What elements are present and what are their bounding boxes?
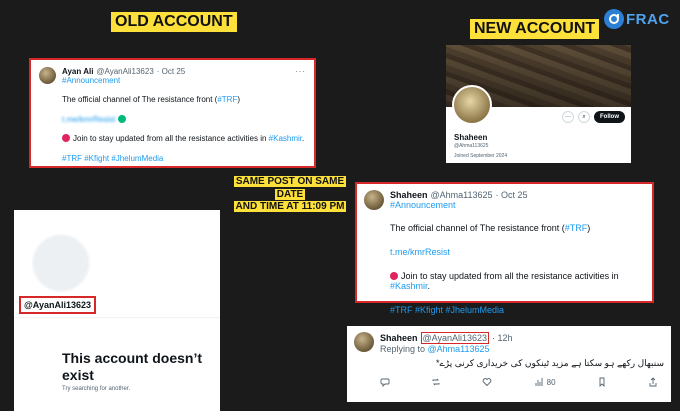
- display-name[interactable]: Ayan Ali: [62, 67, 93, 76]
- views-counter[interactable]: 80: [534, 377, 556, 387]
- more-icon[interactable]: ···: [562, 111, 574, 123]
- tweet-join-text: Join to stay updated from all the resist…: [390, 270, 619, 292]
- display-name[interactable]: Shaheen: [390, 190, 428, 200]
- profile-name: Shaheen: [454, 133, 488, 142]
- profile-joined: Joined September 2024: [454, 152, 508, 159]
- account-missing-subtitle: Try searching for another.: [62, 386, 131, 392]
- avatar[interactable]: [39, 67, 56, 84]
- new-account-tweet[interactable]: Shaheen @Ahma113625 · Oct 25 #Announceme…: [355, 182, 654, 315]
- tweet-link-row[interactable]: t.me/kmrResist: [62, 114, 306, 125]
- tweet-join-text: Join to stay updated from all the resist…: [62, 134, 306, 144]
- display-name[interactable]: Shaheen: [380, 333, 418, 343]
- new-account-header: NEW ACCOUNT: [470, 19, 600, 39]
- hashtag[interactable]: #Announcement: [390, 200, 645, 210]
- search-icon[interactable]: ⌕: [578, 111, 590, 123]
- profile-avatar[interactable]: [452, 85, 492, 125]
- handle[interactable]: @AyanAli13623: [96, 67, 153, 76]
- tweet-link[interactable]: t.me/kmrResist: [390, 247, 645, 258]
- tweet-hashtags[interactable]: #TRF #Kfight #JhelumMedia: [62, 154, 306, 164]
- retweet-icon[interactable]: [431, 377, 441, 387]
- frac-logo: FRAC: [604, 8, 670, 30]
- follow-button[interactable]: Follow: [594, 111, 625, 123]
- replying-to: Replying to @Ahma113625: [380, 344, 490, 354]
- avatar[interactable]: [354, 332, 374, 352]
- share-icon[interactable]: [648, 377, 658, 387]
- like-icon[interactable]: [482, 377, 492, 387]
- empty-avatar: [32, 234, 90, 292]
- logo-mark-icon: [604, 9, 624, 29]
- bookmark-icon[interactable]: [597, 377, 607, 387]
- old-account-tweet[interactable]: Ayan Ali @AyanAli13623 · Oct 25 ··· #Ann…: [29, 58, 316, 168]
- highlighted-handle[interactable]: @AyanAli13623: [420, 332, 490, 344]
- replying-handle[interactable]: @Ahma113625: [428, 344, 490, 354]
- date: · Oct 25: [495, 190, 528, 200]
- logo-text: FRAC: [626, 10, 670, 28]
- time: · 12h: [492, 333, 513, 343]
- avatar[interactable]: [364, 190, 384, 210]
- reply-text: سنبھال رکھے ہو سکتا ہے مزید ٹینکوں کی خر…: [435, 358, 664, 368]
- check-icon: [117, 114, 126, 123]
- account-missing-title: This account doesn’t exist: [62, 350, 203, 383]
- tweet-text: The official channel of The resistance f…: [390, 223, 591, 233]
- red-circle-icon: [390, 271, 398, 280]
- tweet-link: t.me/kmrResist: [62, 114, 116, 124]
- caption: SAME POST ON SAME DATE AND TIME AT 11:09 …: [233, 176, 347, 212]
- tweet-text: The official channel of The resistance f…: [62, 95, 241, 104]
- divider: [14, 317, 220, 318]
- old-account-header: OLD ACCOUNT: [111, 12, 237, 32]
- new-account-profile: ··· ⌕ Follow Shaheen @Ahma113625 Joined …: [446, 45, 631, 163]
- views-icon: [535, 378, 543, 386]
- reply-icon[interactable]: [380, 377, 390, 387]
- handle[interactable]: @Ahma113625: [431, 190, 493, 200]
- old-handle: @AyanAli13623: [19, 296, 96, 314]
- red-circle-icon: [62, 134, 70, 143]
- date: · Oct 25: [156, 67, 186, 76]
- hashtag[interactable]: #Announcement: [62, 76, 306, 85]
- profile-handle: @Ahma113625: [454, 143, 489, 150]
- tweet-hashtags[interactable]: #TRF #Kfight #JhelumMedia: [390, 305, 645, 316]
- more-icon[interactable]: ···: [295, 67, 306, 76]
- deleted-account-profile: @AyanAli13623 This account doesn’t exist…: [14, 210, 220, 411]
- reply-tweet[interactable]: Shaheen @AyanAli13623 · 12h Replying to …: [347, 326, 671, 402]
